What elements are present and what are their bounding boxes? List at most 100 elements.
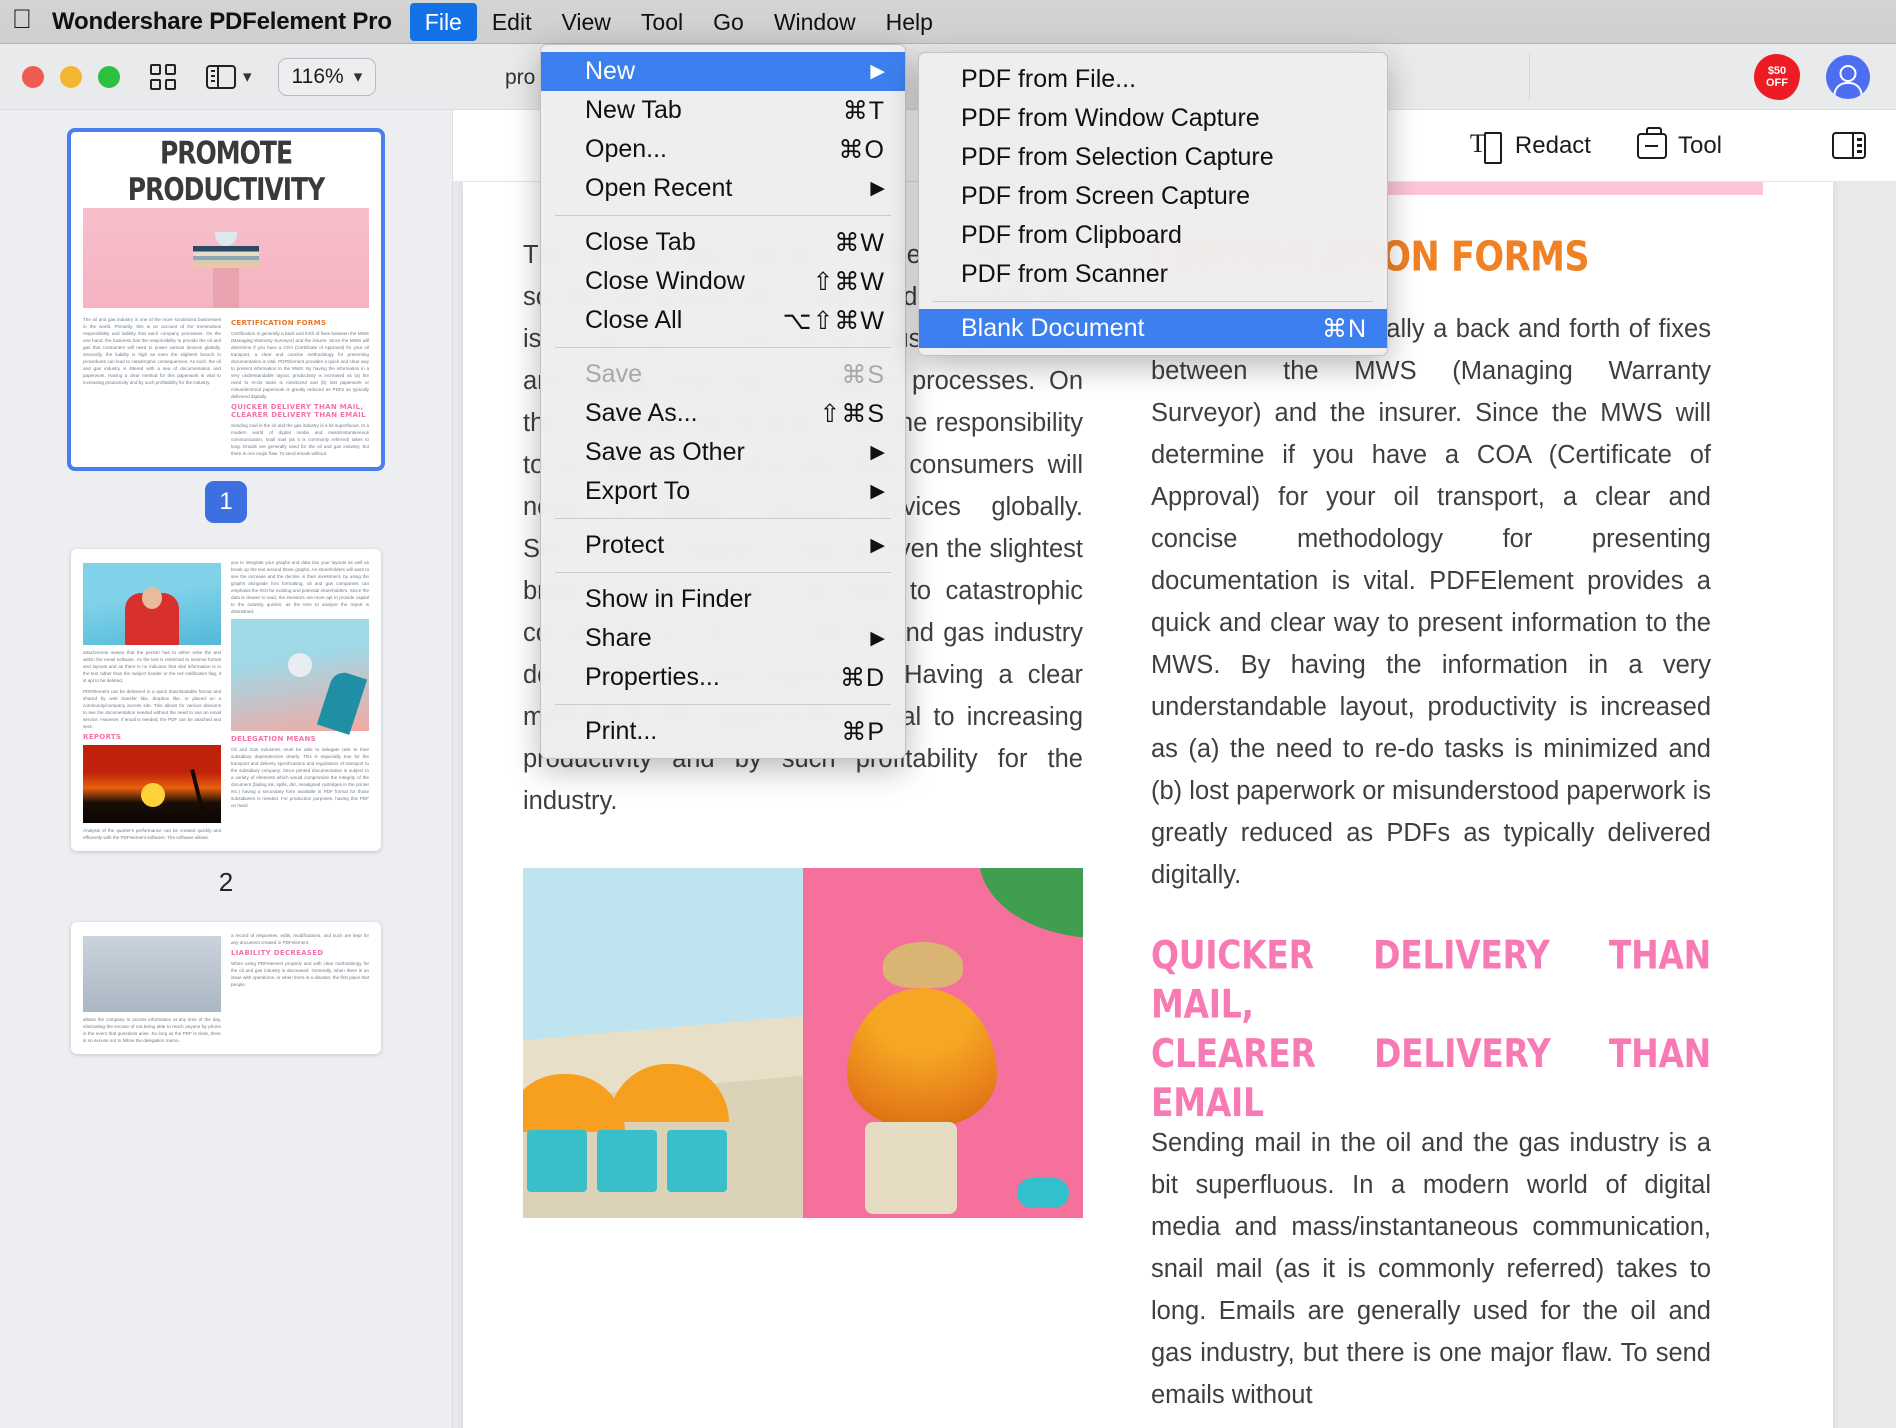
menubar-item-file[interactable]: File — [410, 3, 477, 41]
menubar-item-view[interactable]: View — [546, 3, 625, 41]
new-submenu-item-label: Blank Document — [961, 314, 1144, 343]
new-submenu-item-pdf-from-window-capture[interactable]: PDF from Window Capture — [919, 99, 1387, 138]
apple-logo-icon[interactable]:  — [0, 6, 44, 37]
chevron-down-icon: ▾ — [243, 67, 252, 87]
document-tab-label[interactable]: pro — [505, 66, 535, 90]
menubar-item-edit[interactable]: Edit — [477, 3, 547, 41]
chevron-right-icon: ▶ — [870, 443, 885, 462]
file-menu-item-save-as-other[interactable]: Save as Other ▶ — [541, 433, 905, 472]
titlebar-divider — [1529, 54, 1530, 100]
promo-off-label: OFF — [1766, 77, 1788, 89]
thumb1-title: PROMOTE PRODUCTIVITY — [83, 135, 369, 208]
file-menu-item-show-in-finder[interactable]: Show in Finder — [541, 580, 905, 619]
sidebar-toggle-button[interactable]: ▾ — [206, 65, 252, 89]
promo-discount-badge[interactable]: $50 OFF — [1754, 54, 1800, 100]
new-submenu-item-pdf-from-selection-capture[interactable]: PDF from Selection Capture — [919, 138, 1387, 177]
redact-label: Redact — [1515, 132, 1591, 160]
file-menu-item-close-window[interactable]: Close Window⇧⌘W — [541, 262, 905, 301]
file-menu-item-open[interactable]: Open...⌘O — [541, 130, 905, 169]
chevron-right-icon: ▶ — [870, 482, 885, 501]
thumb2-left-text-2: PDFElement can be delivered in a quick d… — [83, 688, 221, 730]
file-menu-item-close-tab[interactable]: Close Tab⌘W — [541, 223, 905, 262]
file-menu-item-protect[interactable]: Protect▶ — [541, 526, 905, 565]
file-menu-item-label: Show in Finder — [585, 585, 752, 614]
page-thumbnail-3[interactable]: allows the company to access information… — [71, 922, 381, 1054]
file-menu-item-label: New Tab — [585, 96, 682, 125]
file-menu-item-new[interactable]: New▶ — [541, 52, 905, 91]
file-menu-item-label: Print... — [585, 717, 657, 746]
thumb3-liability-text: When using PDFelement properly and with … — [231, 960, 369, 988]
file-menu-item-close-all[interactable]: Close All ⌥⇧⌘W — [541, 301, 905, 340]
new-submenu-item-pdf-from-file[interactable]: PDF from File... — [919, 60, 1387, 99]
page-thumbnail-2[interactable]: attachments means that the person has to… — [71, 549, 381, 851]
page-thumbnail-1[interactable]: PROMOTE PRODUCTIVITY The oil and gas ind… — [71, 132, 381, 467]
new-submenu-item-blank-document[interactable]: Blank Document ⌘N — [919, 309, 1387, 348]
thumb1-hero-image — [83, 208, 369, 308]
thumb2-oilrig-image — [83, 745, 221, 823]
new-submenu-item-shortcut: ⌘N — [1317, 314, 1367, 344]
thumb1-right-text: Certification is generally a back and fo… — [231, 330, 369, 400]
thumb1-pink-heading: QUICKER DELIVERY THAN MAIL, CLEARER DELI… — [231, 403, 369, 419]
file-menu-item-share[interactable]: Share ▶ — [541, 619, 905, 658]
thumbnail-sidebar[interactable]: PROMOTE PRODUCTIVITY The oil and gas ind… — [0, 110, 453, 1428]
chevron-right-icon: ▶ — [870, 536, 885, 555]
thumb2-left-text-1: attachments means that the person has to… — [83, 649, 221, 684]
file-menu-separator — [555, 215, 891, 216]
new-submenu-item-label: PDF from Window Capture — [961, 104, 1260, 133]
menubar-item-help[interactable]: Help — [871, 3, 948, 41]
document-quicker-delivery-heading: QUICKER DELIVERY THAN MAIL, CLEARER DELI… — [1151, 930, 1711, 1127]
tool-label: Tool — [1678, 132, 1722, 160]
file-menu-item-print[interactable]: Print... ⌘P — [541, 712, 905, 751]
thumb3-crowd-image — [83, 936, 221, 1012]
file-menu-item-save: Save⌘S — [541, 355, 905, 394]
file-menu-item-open-recent[interactable]: Open Recent▶ — [541, 169, 905, 208]
file-menu-item-properties[interactable]: Properties...⌘D — [541, 658, 905, 697]
new-submenu-item-pdf-from-scanner[interactable]: PDF from Scanner — [919, 255, 1387, 294]
page-number-label-2[interactable]: 2 — [219, 867, 233, 898]
menubar-item-window[interactable]: Window — [759, 3, 871, 41]
file-menu-item-label: New — [585, 57, 635, 86]
thumb2-person-image — [83, 563, 221, 645]
file-menu-item-label: Share — [585, 624, 652, 653]
file-menu-item-label: Save as Other — [585, 438, 745, 467]
file-menu-item-new-tab[interactable]: New Tab⌘T — [541, 91, 905, 130]
thumb2-delegation-text: Oil and Gas industries must be able to d… — [231, 746, 369, 809]
file-menu-item-label: Close Tab — [585, 228, 696, 257]
thumb2-delegation-heading: DELEGATION MEANS — [231, 735, 369, 743]
chevron-right-icon: ▶ — [870, 629, 885, 648]
promo-amount: $50 — [1768, 65, 1786, 77]
grid-icon — [150, 64, 176, 90]
thumb2-lightbulb-image — [231, 619, 369, 731]
minimize-window-button[interactable] — [60, 66, 82, 88]
file-menu-item-export-to[interactable]: Export To▶ — [541, 472, 905, 511]
thumb3-left-text: allows the company to access information… — [83, 1016, 221, 1044]
file-menu-item-shortcut: ⌥⇧⌘W — [783, 306, 885, 336]
menubar-item-go[interactable]: Go — [698, 3, 759, 41]
new-submenu-item-pdf-from-screen-capture[interactable]: PDF from Screen Capture — [919, 177, 1387, 216]
thumbnail-grid-button[interactable] — [150, 64, 176, 90]
zoom-level-control[interactable]: 116% ▾ — [278, 58, 377, 96]
new-submenu-item-label: PDF from Screen Capture — [961, 182, 1250, 211]
user-avatar[interactable] — [1826, 55, 1870, 99]
file-menu-item-shortcut: ⌘P — [825, 717, 885, 747]
thumb2-reports-heading: REPORTS — [83, 733, 221, 741]
new-submenu-item-label: PDF from Clipboard — [961, 221, 1182, 250]
close-window-button[interactable] — [22, 66, 44, 88]
traffic-lights — [0, 66, 120, 88]
tool-button[interactable]: Tool — [1637, 132, 1722, 160]
new-submenu-dropdown[interactable]: PDF from File... PDF from Window Capture P… — [918, 52, 1388, 356]
menubar-item-tool[interactable]: Tool — [626, 3, 698, 41]
maximize-window-button[interactable] — [98, 66, 120, 88]
right-panel-toggle-button[interactable] — [1832, 132, 1866, 159]
new-submenu-item-pdf-from-clipboard[interactable]: PDF from Clipboard — [919, 216, 1387, 255]
beach-umbrellas-photo — [523, 868, 803, 1218]
document-right-column: CERTIFICATION FORMS Certification is gen… — [1151, 234, 1711, 1416]
file-menu-item-save-as[interactable]: Save As...⇧⌘S — [541, 394, 905, 433]
page-number-badge-1[interactable]: 1 — [205, 481, 247, 523]
titlebar-right-group: $50 OFF — [1754, 44, 1896, 110]
file-menu-item-label: Close All — [585, 306, 682, 335]
zoom-level-value: 116% — [292, 65, 344, 89]
file-menu-dropdown[interactable]: New▶New Tab⌘TOpen...⌘OOpen Recent▶Close … — [540, 44, 906, 759]
redact-button[interactable]: Redact — [1470, 132, 1591, 160]
thumb1-left-text: The oil and gas industry is one of the m… — [83, 316, 221, 386]
